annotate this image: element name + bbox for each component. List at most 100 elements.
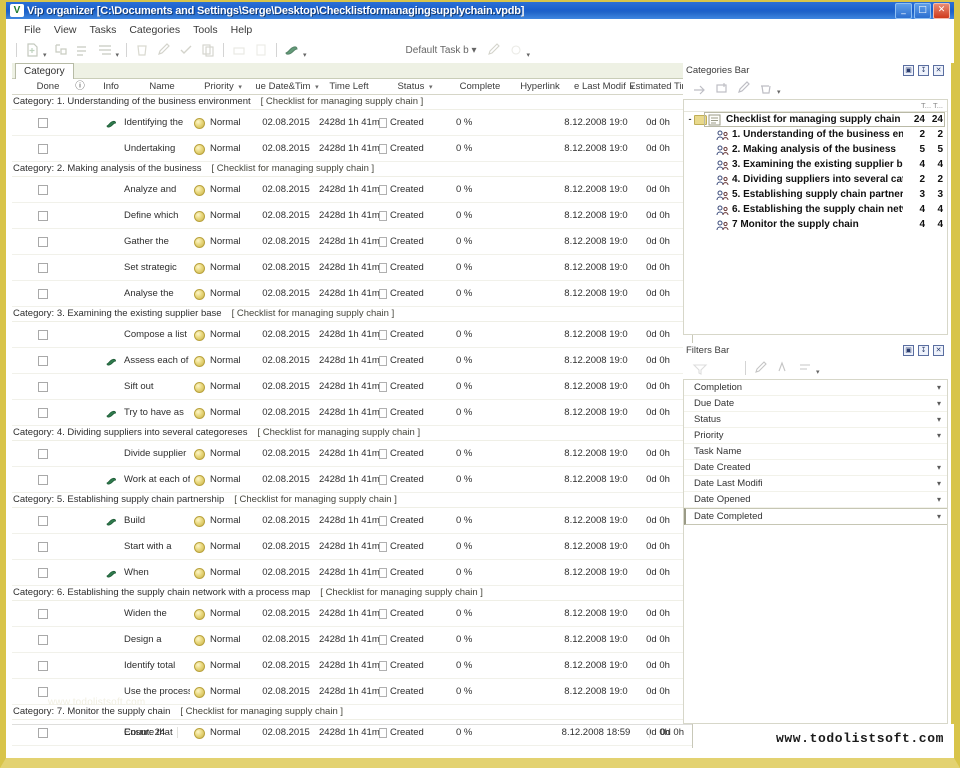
table-row[interactable]: BuildNormal02.08.20152428d 1h 41mCreated… [12,508,692,534]
categories-tree-item-6[interactable]: 6. Establishing the supply chain network… [684,202,947,217]
column-header-name[interactable]: Name [136,80,188,93]
table-row[interactable]: Try to have asNormal02.08.20152428d 1h 4… [12,400,692,426]
category-group-row[interactable]: Category: 1. Understanding of the busine… [12,95,692,110]
table-row[interactable]: Compose a listNormal02.08.20152428d 1h 4… [12,322,692,348]
print-icon[interactable] [230,41,248,59]
template-options-caret[interactable]: ▾ [527,51,531,62]
tab-category[interactable]: Category [15,63,74,79]
category-group-row[interactable]: Category: 2. Making analysis of the busi… [12,162,692,177]
new-task-icon[interactable] [23,41,41,59]
done-checkbox[interactable] [38,211,48,221]
menu-item-tools[interactable]: Tools [187,23,225,37]
template-edit-icon[interactable] [485,41,503,59]
filters-bar-restore-icon[interactable]: ▣ [903,345,914,356]
filters-list[interactable]: Completion▾Due Date▾Status▾Priority▾Task… [683,379,948,724]
table-row[interactable]: Gather theNormal02.08.20152428d 1h 41mCr… [12,229,692,255]
categories-tree-item-3[interactable]: 3. Examining the existing supplier base4… [684,157,947,172]
maximize-button[interactable]: □ [914,3,931,19]
menu-item-file[interactable]: File [18,23,48,37]
done-checkbox[interactable] [38,661,48,671]
status-sort-caret[interactable]: ▾ [429,84,433,91]
table-row[interactable]: Ensure thatNormal02.08.20152428d 1h 41mC… [12,746,692,748]
indent-dropdown-caret[interactable]: ▾ [116,51,120,62]
menu-item-categories[interactable]: Categories [123,23,187,37]
filter-row-3[interactable]: Status▾ [684,412,947,428]
new-subtask-icon[interactable] [52,41,70,59]
new-category-icon[interactable] [691,79,709,97]
filter-row-4[interactable]: Priority▾ [684,428,947,444]
table-row[interactable]: Divide supplierNormal02.08.20152428d 1h … [12,441,692,467]
table-row[interactable]: Work at each ofNormal02.08.20152428d 1h … [12,467,692,493]
done-checkbox[interactable] [38,185,48,195]
categories-tree[interactable]: T... T... -Checklist for managing supply… [683,99,948,335]
done-checkbox[interactable] [38,609,48,619]
category-group-row[interactable]: Category: 4. Dividing suppliers into sev… [12,426,692,441]
filter-row-9[interactable]: Date Completed▾ [684,508,947,525]
info-flag-icon[interactable] [106,117,120,129]
table-row[interactable]: Define whichNormal02.08.20152428d 1h 41m… [12,203,692,229]
table-row[interactable]: Identifying theNormal02.08.20152428d 1h … [12,110,692,136]
filter-row-6[interactable]: Date Created▾ [684,460,947,476]
edit-task-icon[interactable] [155,41,173,59]
menu-item-view[interactable]: View [48,23,84,37]
done-checkbox[interactable] [38,289,48,299]
insert-task-icon[interactable] [74,41,92,59]
filter-row-5[interactable]: Task Name [684,444,947,460]
category-group-row[interactable]: Category: 6. Establishing the supply cha… [12,586,692,601]
categories-tree-root-row[interactable]: -Checklist for managing supply chain2424 [684,112,947,127]
priority-sort-caret[interactable]: ▾ [238,84,242,91]
table-row[interactable]: Analyze andNormal02.08.20152428d 1h 41mC… [12,177,692,203]
table-row[interactable]: Widen theNormal02.08.20152428d 1h 41mCre… [12,601,692,627]
filters-bar-close-icon[interactable]: ✕ [933,345,944,356]
table-row[interactable]: Start with aNormal02.08.20152428d 1h 41m… [12,534,692,560]
filter-clear-icon[interactable] [796,359,814,377]
done-checkbox[interactable] [38,237,48,247]
column-header-complete[interactable]: Complete [452,80,508,93]
minimize-button[interactable]: _ [895,3,912,19]
category-group-row[interactable]: Category: 3. Examining the existing supp… [12,307,692,322]
filters-toolbar-caret[interactable]: ▾ [816,368,820,379]
column-header-time-left[interactable]: Time Left [320,80,378,93]
done-checkbox[interactable] [38,330,48,340]
filter-row-7[interactable]: Date Last Modifi▾ [684,476,947,492]
categories-bar-close-icon[interactable]: ✕ [933,65,944,76]
done-checkbox[interactable] [38,118,48,128]
copy-icon[interactable] [199,41,217,59]
done-checkbox[interactable] [38,568,48,578]
table-row[interactable]: Sift outNormal02.08.20152428d 1h 41mCrea… [12,374,692,400]
categories-tree-item-4[interactable]: 4. Dividing suppliers into several categ… [684,172,947,187]
table-row[interactable]: UndertakingNormal02.08.20152428d 1h 41mC… [12,136,692,162]
chevron-down-icon[interactable]: ▾ [937,460,941,475]
filter-apply-icon[interactable] [774,359,792,377]
column-header-priority[interactable]: Priority ▾ [190,80,258,93]
categories-tree-item-2[interactable]: 2. Making analysis of the business55 [684,142,947,157]
delete-task-icon[interactable] [133,41,151,59]
filter-icon[interactable] [283,41,301,59]
menu-item-tasks[interactable]: Tasks [84,23,124,37]
chevron-down-icon[interactable]: ▾ [937,492,941,507]
filter-dropdown-caret[interactable]: ▾ [303,51,307,62]
chevron-down-icon[interactable]: ▾ [937,412,941,427]
table-row[interactable]: Design aNormal02.08.20152428d 1h 41mCrea… [12,627,692,653]
done-checkbox[interactable] [38,144,48,154]
filter-row-1[interactable]: Completion▾ [684,380,947,396]
paste-icon[interactable] [252,41,270,59]
column-header-due-date[interactable]: ue Date&Tim ▾ [252,80,324,93]
new-subcategory-icon[interactable] [713,79,731,97]
chevron-down-icon[interactable]: ▾ [937,396,941,411]
done-checkbox[interactable] [38,449,48,459]
categories-tree-item-5[interactable]: 5. Establishing supply chain partnership… [684,187,947,202]
column-header-flag-icon[interactable]: ⓘ [68,80,92,93]
done-checkbox[interactable] [38,687,48,697]
done-checkbox[interactable] [38,408,48,418]
done-checkbox[interactable] [38,635,48,645]
done-checkbox[interactable] [38,382,48,392]
filter-edit-icon[interactable] [752,359,770,377]
info-flag-icon[interactable] [106,515,120,527]
table-row[interactable]: WhenNormal02.08.20152428d 1h 41mCreated0… [12,560,692,586]
column-header-info[interactable]: Info [90,80,132,93]
table-row[interactable]: Assess each ofNormal02.08.20152428d 1h 4… [12,348,692,374]
edit-category-icon[interactable] [735,79,753,97]
table-row[interactable]: Identify totalNormal02.08.20152428d 1h 4… [12,653,692,679]
close-button[interactable]: ✕ [933,3,950,19]
